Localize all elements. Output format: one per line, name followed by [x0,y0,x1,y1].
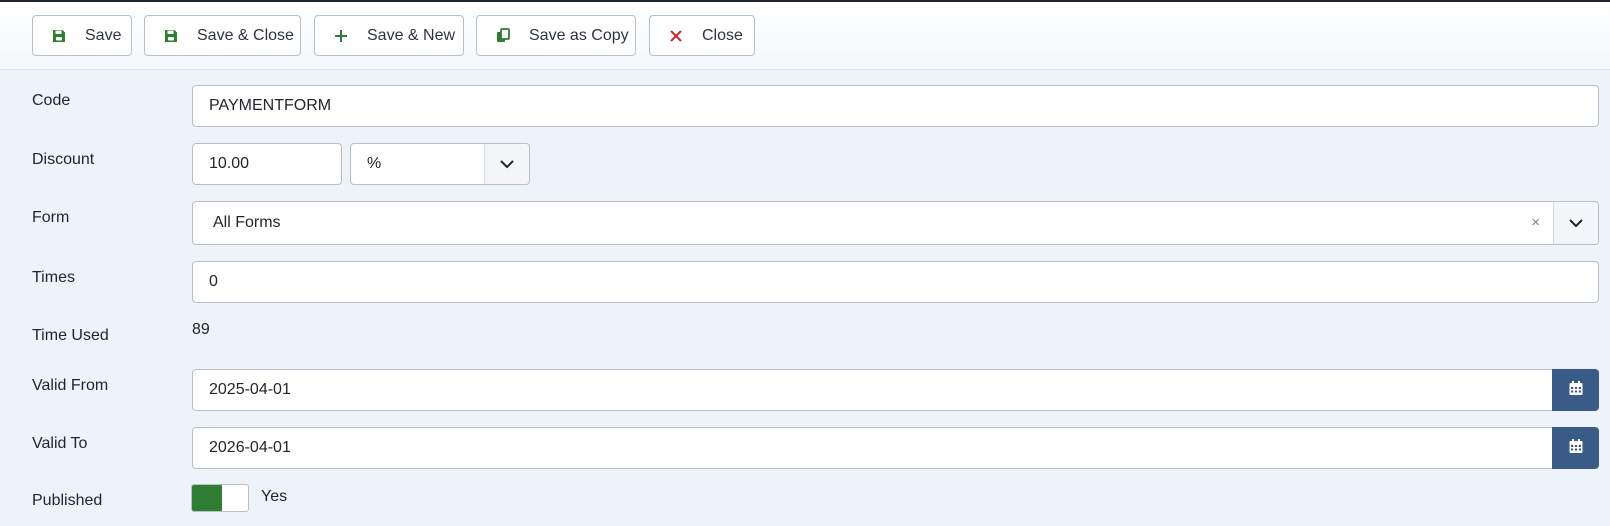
toolbar: Save Save & Close Save & New Save as Cop… [0,2,1610,70]
form-select[interactable]: All Forms × [192,201,1599,245]
times-input-value: 0 [209,273,218,290]
valid-to-label: Valid To [32,435,88,452]
valid-from-input[interactable]: 2025-04-01 [192,369,1553,411]
times-label: Times [32,269,75,286]
times-input[interactable]: 0 [192,261,1599,303]
code-input[interactable]: PAYMENTFORM [192,85,1599,127]
valid-from-label: Valid From [32,377,109,394]
valid-to-value: 2026-04-01 [209,439,291,456]
close-icon [668,28,684,44]
form-select-value: All Forms [213,214,281,231]
valid-to-calendar-button[interactable] [1552,427,1599,469]
save-button-label: Save [85,26,122,44]
code-label: Code [32,92,71,109]
code-input-value: PAYMENTFORM [209,97,332,114]
discount-type-value: % [367,155,382,172]
discount-input[interactable]: 10.00 [192,143,342,185]
time-used-value: 89 [192,321,210,338]
discount-type-select[interactable]: % [350,143,530,185]
time-used-label: Time Used [32,327,109,344]
save-button[interactable]: Save [32,15,132,56]
copy-icon [495,28,511,44]
plus-icon [333,28,349,44]
discount-label: Discount [32,151,95,168]
save-close-button[interactable]: Save & Close [144,15,301,56]
calendar-icon [1568,438,1584,459]
valid-to-input[interactable]: 2026-04-01 [192,427,1553,469]
valid-from-calendar-button[interactable] [1552,369,1599,411]
published-switch-on-indicator [192,485,222,511]
floppy-disk-icon [163,28,179,44]
floppy-disk-icon [51,28,67,44]
valid-from-value: 2025-04-01 [209,381,291,398]
clear-selection-icon[interactable]: × [1531,214,1540,231]
save-as-copy-button-label: Save as Copy [529,26,629,44]
save-new-button-label: Save & New [367,26,456,44]
discount-input-value: 10.00 [209,155,250,172]
chevron-down-icon[interactable] [1553,202,1598,244]
close-button[interactable]: Close [649,15,755,56]
save-as-copy-button[interactable]: Save as Copy [476,15,636,56]
published-label: Published [32,492,103,509]
published-state-label: Yes [261,488,288,505]
save-close-button-label: Save & Close [197,26,294,44]
calendar-icon [1568,380,1584,401]
form-label: Form [32,209,70,226]
chevron-down-icon [484,144,529,184]
published-switch[interactable] [191,484,249,512]
save-new-button[interactable]: Save & New [314,15,464,56]
close-button-label: Close [702,26,743,44]
